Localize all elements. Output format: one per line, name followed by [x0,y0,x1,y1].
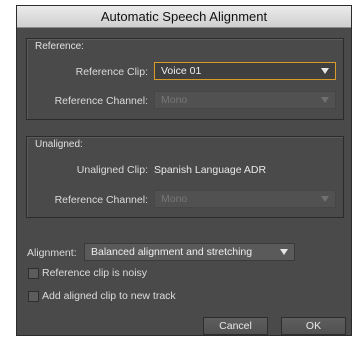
reference-group: Reference: Reference Clip: Voice 01 Refe… [26,38,344,120]
alignment-select[interactable]: Balanced alignment and stretching [84,243,295,261]
ok-button[interactable]: OK [281,317,346,335]
new-track-label: Add aligned clip to new track [42,290,176,302]
reference-channel-value: Mono [161,94,188,106]
reference-clip-label: Reference Clip: [75,66,148,78]
speech-alignment-dialog: Automatic Speech Alignment Reference: Re… [16,5,352,336]
chevron-down-icon [321,97,329,103]
cancel-button[interactable]: Cancel [203,317,268,335]
unaligned-group-title: Unaligned: [35,139,83,150]
reference-channel-select[interactable]: Mono [154,91,336,109]
noisy-checkbox[interactable] [28,268,39,279]
new-track-checkbox[interactable] [28,291,39,302]
unaligned-channel-label: Reference Channel: [54,194,148,206]
chevron-down-icon [321,196,329,202]
unaligned-channel-select[interactable]: Mono [154,190,336,208]
dialog-title: Automatic Speech Alignment [17,6,351,28]
reference-channel-label: Reference Channel: [54,95,148,107]
chevron-down-icon [321,68,329,74]
alignment-label: Alignment: [27,247,77,259]
alignment-value: Balanced alignment and stretching [91,246,253,258]
reference-clip-value: Voice 01 [161,65,202,77]
reference-group-title: Reference: [35,41,84,52]
chevron-down-icon [280,249,288,255]
unaligned-clip-label: Unaligned Clip: [76,164,148,176]
unaligned-channel-value: Mono [161,193,188,205]
noisy-label: Reference clip is noisy [42,267,148,279]
reference-clip-select[interactable]: Voice 01 [154,62,336,80]
unaligned-group: Unaligned: Unaligned Clip: Spanish Langu… [26,136,344,218]
unaligned-clip-value: Spanish Language ADR [154,164,267,176]
